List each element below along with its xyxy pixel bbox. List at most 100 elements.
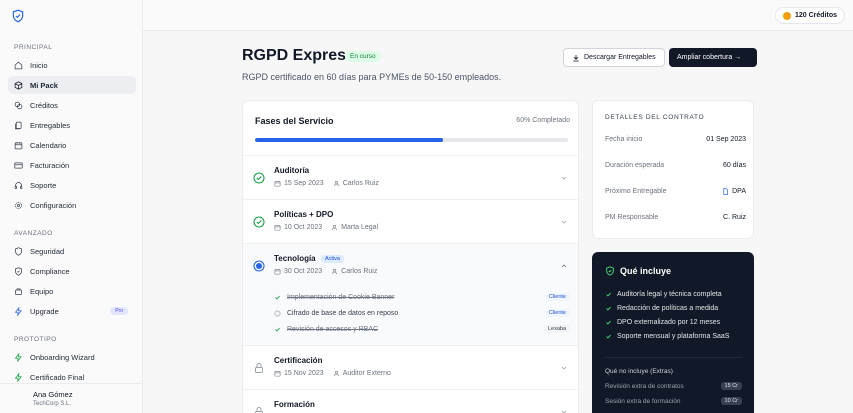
sidebar-item-inicio[interactable]: Inicio (8, 56, 136, 74)
team-icon (15, 288, 22, 295)
include-item: Redacción de políticas a medida (605, 305, 718, 312)
extra-label: Sesión extra de formación (605, 397, 681, 405)
sidebar-item-label: Certificado Final (30, 372, 85, 382)
phase-date: 10 Oct 2023 (284, 224, 323, 231)
calendar-icon (274, 371, 281, 377)
sidebar-item-label: Configuración (30, 200, 77, 210)
phase-tecnologia[interactable]: Tecnología Activa 30 Oct 2023 Carlos Rui… (243, 243, 578, 345)
chevron-down-icon (561, 220, 567, 224)
include-item: Auditoría legal y técnica completa (605, 291, 722, 298)
sidebar-item-soporte[interactable]: Soporte (8, 176, 136, 194)
phase-owner: Auditor Externo (342, 370, 391, 377)
shield-logo-icon[interactable] (11, 9, 25, 23)
phase-name: Tecnología (274, 254, 316, 263)
extra-item: Revisión extra de contratos 15 Cr (605, 382, 742, 390)
extra-item: Sesión extra de formación 10 Cr (605, 397, 742, 405)
phase-meta: 10 Oct 2023 Marta Legal (274, 224, 378, 231)
download-icon (573, 54, 579, 61)
include-item: DPO externalizado por 12 meses (605, 319, 720, 326)
phase-name: Auditoría (274, 166, 310, 175)
include-text: Auditoría legal y técnica completa (617, 291, 722, 298)
includes-card: Qué incluye Auditoría legal y técnica co… (592, 252, 754, 413)
contract-value: 01 Sep 2023 (706, 136, 746, 143)
progress-bar (255, 138, 568, 142)
phase-owner: Marta Legal (341, 224, 379, 231)
phase-politicas[interactable]: Políticas + DPO 10 Oct 2023 Marta Legal (243, 199, 578, 243)
sidebar-item-equipo[interactable]: Equipo (8, 282, 136, 300)
sidebar-item-compliance[interactable]: Compliance (8, 262, 136, 280)
phase-meta: 15 Nov 2023 Auditor Externo (274, 370, 391, 377)
calendar-icon (274, 225, 281, 231)
section-label-principal: PRINCIPAL (14, 44, 53, 51)
includes-title: Qué incluye (620, 266, 672, 276)
phases-card: Fases del Servicio 60% Completado Audito… (242, 100, 579, 413)
check-icon (275, 327, 280, 332)
sidebar-item-label: Upgrade (30, 306, 59, 316)
include-text: DPO externalizado por 12 meses (617, 319, 721, 326)
contract-key: Fecha inicio (605, 136, 643, 143)
check-circle-icon (253, 172, 265, 184)
download-label: Descargar Entregables (584, 54, 656, 61)
task-item[interactable]: Cifrado de base de datos en reposo Clien… (274, 306, 570, 320)
contract-value: 60 días (723, 162, 746, 169)
contract-row: Fecha inicio 01 Sep 2023 (605, 136, 746, 143)
sidebar-item-seguridad[interactable]: Seguridad (8, 242, 136, 260)
sidebar-item-upgrade[interactable]: Upgrade Pro (8, 302, 136, 320)
sidebar-item-label: Facturación (30, 160, 70, 170)
phase-certificacion[interactable]: Certificación 15 Nov 2023 Auditor Extern… (243, 345, 578, 389)
lock-icon (255, 407, 263, 413)
sidebar-item-onboarding-wizard[interactable]: Onboarding Wizard (8, 348, 136, 366)
chevron-down-icon (561, 176, 567, 180)
sidebar-item-calendario[interactable]: Calendario (8, 136, 136, 154)
calendar-icon (274, 181, 281, 187)
shield-check-icon (15, 266, 22, 276)
radio-active-icon (253, 260, 265, 272)
page-title: RGPD Express (242, 47, 355, 64)
calendar-icon (274, 269, 281, 275)
contract-card: DETALLES DEL CONTRATO Fecha inicio 01 Se… (592, 100, 754, 239)
next-deliverable-link[interactable]: DPA (722, 188, 746, 195)
phase-name: Formación (274, 400, 315, 409)
task-tag: Lexaba (543, 325, 570, 333)
check-circle-icon (253, 216, 265, 228)
sidebar-item-label: Mi Pack (30, 80, 58, 90)
task-label: Cifrado de base de datos en reposo (287, 309, 399, 317)
task-item[interactable]: Revisión de accesos y RBAC Lexaba (274, 322, 570, 336)
sidebar-item-creditos[interactable]: Créditos (8, 96, 136, 114)
shield-check-icon (606, 266, 614, 276)
task-tag: Cliente (544, 293, 570, 301)
sidebar-item-mi-pack[interactable]: Mi Pack (8, 76, 136, 94)
include-item: Soporte mensual y plataforma SaaS (605, 333, 729, 340)
shield-icon (15, 246, 22, 256)
sidebar: PRINCIPAL Inicio Mi Pack Créditos Entreg… (0, 0, 143, 413)
progress-fill (255, 138, 443, 142)
credits-badge[interactable]: 120 Créditos (774, 7, 845, 24)
phase-auditoria[interactable]: Auditoría 15 Sep 2023 Carlos Ruiz (243, 155, 578, 199)
includes-header: Qué incluye (605, 266, 671, 276)
user-name: Ana Gómez (33, 390, 73, 399)
sidebar-item-label: Onboarding Wizard (30, 352, 95, 362)
extra-credits: 15 Cr (720, 382, 742, 390)
sidebar-item-label: Calendario (30, 140, 67, 150)
calendar-icon (14, 141, 23, 149)
sidebar-item-entregables[interactable]: Entregables (8, 116, 136, 134)
sidebar-item-configuracion[interactable]: Configuración (8, 196, 136, 214)
zap-icon (14, 306, 22, 316)
phase-date: 15 Nov 2023 (284, 370, 324, 377)
contract-value: DPA (732, 188, 746, 195)
credits-label: 120 Créditos (794, 12, 837, 19)
user-org: TechCorp S.L. (33, 401, 72, 407)
contract-row: PM Responsable C. Ruiz (605, 214, 746, 221)
contract-value: C. Ruiz (723, 214, 746, 221)
phase-owner: Carlos Ruiz (341, 268, 378, 275)
page-subtitle: RGPD certificado en 60 días para PYMEs d… (242, 72, 502, 82)
phase-formacion[interactable]: Formación (243, 389, 578, 413)
expand-coverage-button[interactable]: Ampliar cobertura → (669, 48, 757, 67)
user-profile[interactable]: Ana Gómez TechCorp S.L. (0, 383, 142, 413)
sidebar-item-label: Inicio (30, 60, 48, 70)
task-item[interactable]: Implementación de Cookie Banner Cliente (274, 290, 570, 304)
task-tag: Cliente (544, 309, 570, 317)
sidebar-item-facturacion[interactable]: Facturación (8, 156, 136, 174)
download-deliverables-button[interactable]: Descargar Entregables (563, 48, 665, 67)
chevron-up-icon (561, 264, 567, 268)
